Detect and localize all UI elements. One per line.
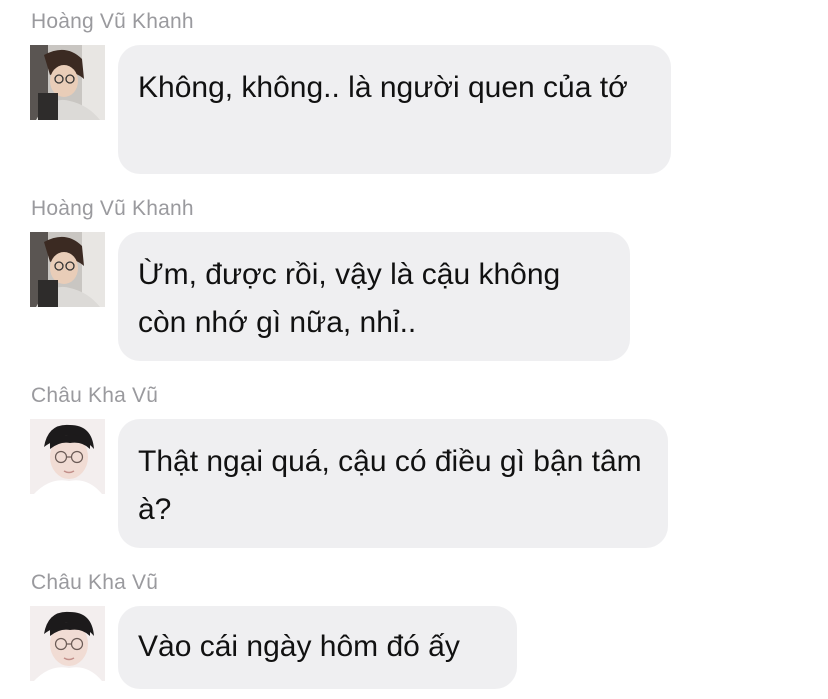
message-text: Không, không.. là người quen của tớ	[138, 71, 628, 104]
message-text: Ừm, được rồi, vậy là cậu không còn nhớ g…	[138, 258, 561, 339]
message-bubble[interactable]: Ừm, được rồi, vậy là cậu không còn nhớ g…	[118, 232, 630, 361]
sender-name: Hoàng Vũ Khanh	[31, 10, 194, 33]
message-text: Vào cái ngày hôm đó ấy	[138, 630, 460, 663]
message-bubble[interactable]: Vào cái ngày hôm đó ấy	[118, 606, 517, 689]
avatar[interactable]	[30, 606, 105, 681]
sender-name: Châu Kha Vũ	[31, 571, 159, 594]
message-bubble[interactable]: Không, không.. là người quen của tớ	[118, 45, 671, 174]
message-bubble[interactable]: Thật ngại quá, cậu có điều gì bận tâm à?	[118, 419, 668, 548]
sender-name: Châu Kha Vũ	[31, 384, 159, 407]
sender-name: Hoàng Vũ Khanh	[31, 197, 194, 220]
avatar[interactable]	[30, 45, 105, 120]
message-text: Thật ngại quá, cậu có điều gì bận tâm à?	[138, 445, 642, 526]
avatar[interactable]	[30, 419, 105, 494]
avatar[interactable]	[30, 232, 105, 307]
